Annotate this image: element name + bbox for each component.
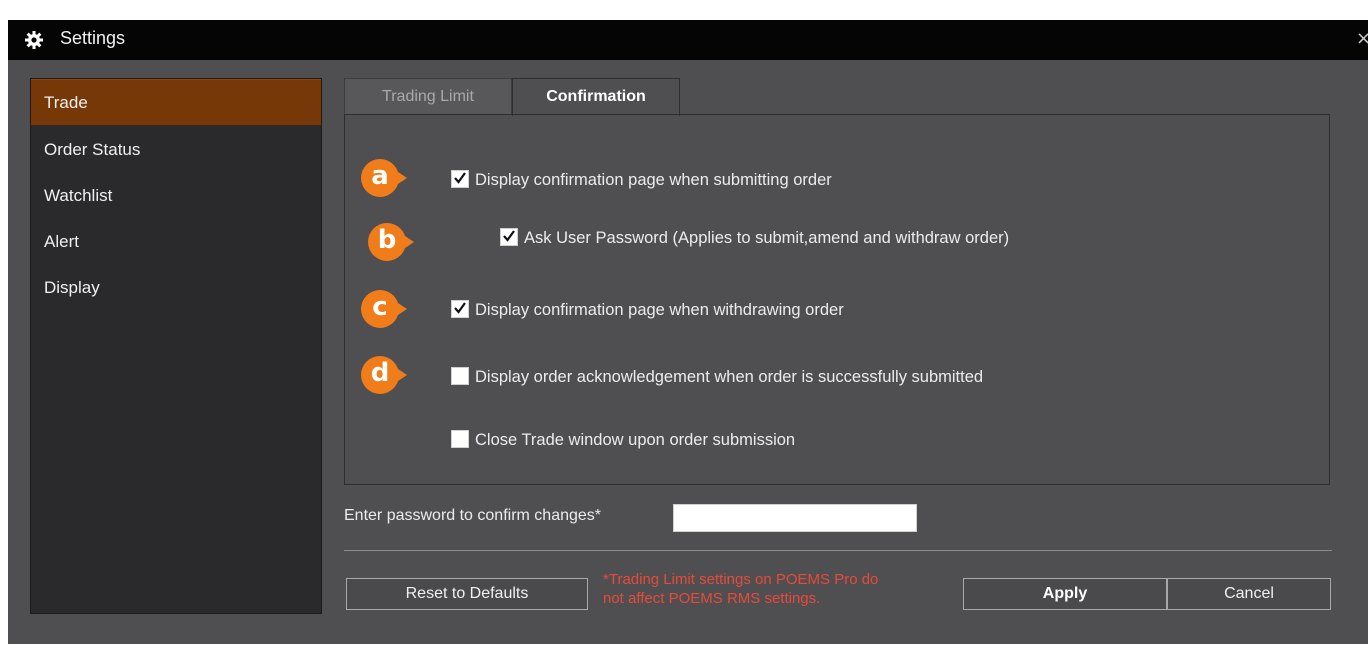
annotation-badge-d: d — [361, 356, 407, 400]
close-trade-window-checkbox[interactable] — [451, 430, 469, 448]
checkmark-icon — [503, 230, 515, 242]
divider — [344, 550, 1332, 551]
option-label: Ask User Password (Applies to submit,ame… — [524, 229, 1010, 247]
annotation-badge-a: a — [361, 159, 407, 203]
annotation-badge-c: c — [361, 290, 407, 334]
checkmark-icon — [454, 302, 466, 314]
badge-arrow — [402, 234, 414, 250]
reset-to-defaults-button[interactable]: Reset to Defaults — [346, 578, 588, 610]
annotation-badge-b: b — [368, 223, 414, 267]
sidebar-item-display[interactable]: Display — [31, 265, 321, 311]
sidebar-item-order-status[interactable]: Order Status — [31, 127, 321, 173]
cancel-button[interactable]: Cancel — [1167, 578, 1331, 610]
ask-password-checkbox[interactable] — [500, 228, 518, 246]
password-field[interactable] — [673, 504, 917, 532]
trading-limit-note: *Trading Limit settings on POEMS Pro do … — [603, 570, 963, 608]
note-line-2: not affect POEMS RMS settings. — [603, 590, 821, 607]
gear-icon — [25, 31, 43, 49]
checkmark-icon — [454, 172, 466, 184]
note-line-1: *Trading Limit settings on POEMS Pro do — [603, 571, 879, 588]
tab-confirmation[interactable]: Confirmation — [512, 78, 680, 116]
sidebar-item-trade[interactable]: Trade — [31, 79, 321, 125]
settings-sidebar: Trade Order Status Watchlist Alert Displ… — [30, 78, 322, 614]
badge-arrow — [395, 170, 407, 186]
sidebar-item-watchlist[interactable]: Watchlist — [31, 173, 321, 219]
badge-letter: a — [361, 159, 399, 197]
confirm-withdraw-checkbox[interactable] — [451, 300, 469, 318]
option-label: Display confirmation page when submittin… — [475, 171, 832, 189]
title-bar: Settings × — [8, 20, 1368, 60]
window-title: Settings — [60, 28, 126, 48]
close-icon[interactable]: × — [1356, 28, 1368, 49]
option-label: Close Trade window upon order submission — [475, 431, 796, 449]
password-label: Enter password to confirm changes* — [344, 507, 602, 524]
apply-button[interactable]: Apply — [963, 578, 1167, 610]
badge-arrow — [395, 367, 407, 383]
option-label: Display confirmation page when withdrawi… — [475, 301, 844, 319]
badge-letter: b — [368, 223, 406, 261]
confirm-submit-checkbox[interactable] — [451, 170, 469, 188]
badge-letter: c — [361, 290, 399, 328]
option-label: Display order acknowledgement when order… — [475, 368, 984, 386]
order-acknowledgement-checkbox[interactable] — [451, 367, 469, 385]
tab-trading-limit[interactable]: Trading Limit — [344, 78, 512, 114]
sidebar-item-alert[interactable]: Alert — [31, 219, 321, 265]
settings-window: Settings × Trade Order Status Watchlist … — [8, 20, 1368, 644]
badge-letter: d — [361, 356, 399, 394]
badge-arrow — [395, 301, 407, 317]
